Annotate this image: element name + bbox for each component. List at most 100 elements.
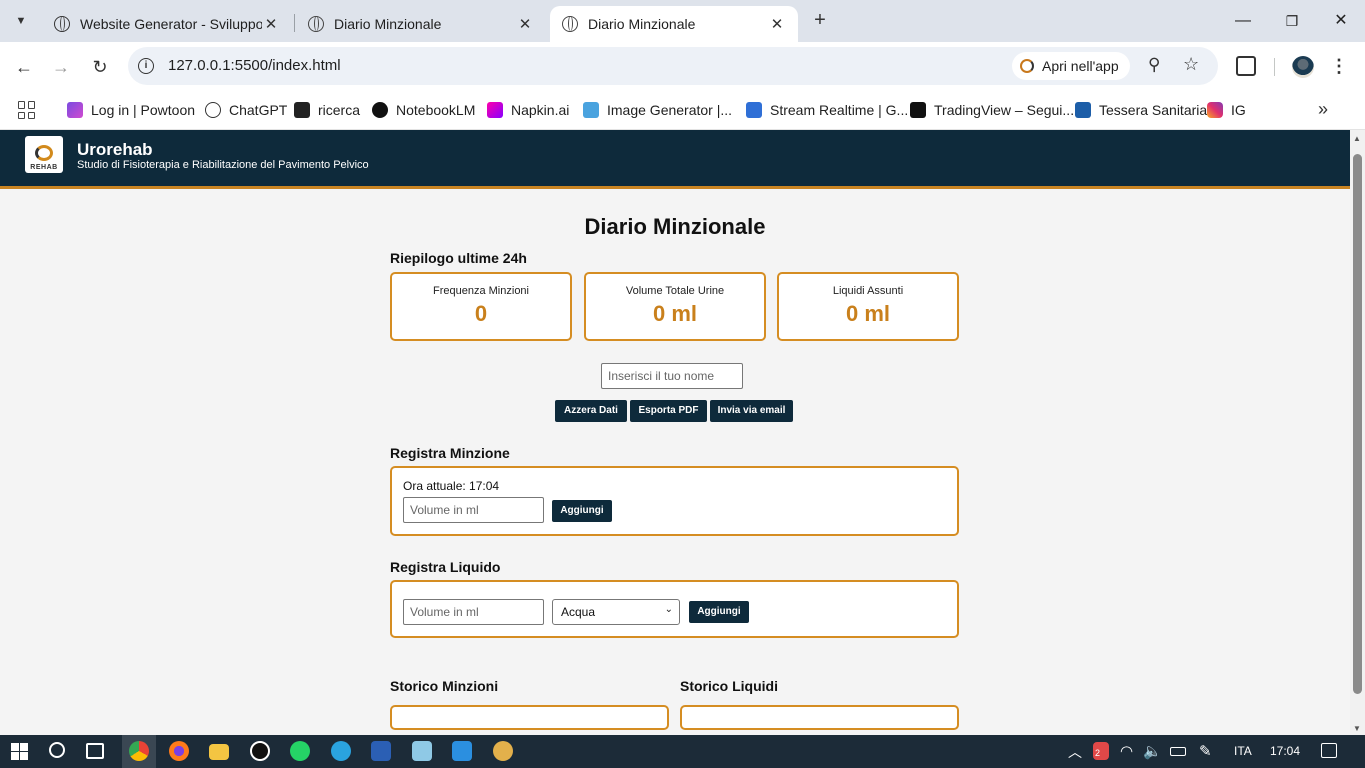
windows-start-icon[interactable] [11,743,28,760]
apps-grid-icon[interactable] [18,101,36,119]
bookmark-label: NotebookLM [396,102,476,118]
tray-chevron-up-icon[interactable]: ︿ [1068,742,1082,762]
notebooklm-icon [372,102,388,118]
app-icon[interactable] [493,741,513,761]
close-window-button[interactable]: ✕ [1326,8,1356,34]
name-input[interactable] [601,363,743,389]
history-minzioni-list [390,705,669,730]
task-view-icon[interactable] [86,743,104,759]
history-minzioni-heading: Storico Minzioni [390,678,499,694]
app-circle-icon[interactable] [250,741,270,761]
telegram-icon[interactable] [331,741,351,761]
add-minzione-button[interactable]: Aggiungi [552,500,612,522]
card-value: 0 ml [845,301,891,326]
open-in-app-button[interactable]: Apri nell'app [1012,52,1130,80]
app-icon [1020,59,1034,73]
firefox-icon[interactable] [169,741,189,761]
add-liquido-button[interactable]: Aggiungi [689,601,749,623]
bookmark-label: Log in | Powtoon [91,102,196,118]
logo-mark-icon [35,145,53,161]
battery-icon[interactable] [1170,747,1186,756]
clock[interactable]: 17:04 [1270,744,1300,758]
scrollbar-thumb[interactable] [1353,154,1362,694]
notifications-icon[interactable] [1321,743,1337,758]
zoom-icon[interactable]: ⚲ [1148,55,1160,75]
tab-search-button[interactable]: ▼ [8,8,34,34]
close-tab-icon[interactable]: ✕ [262,15,280,33]
bookmark-tradingview[interactable]: TradingView – Segui... [910,98,1074,122]
back-button[interactable]: ← [11,54,37,80]
more-bookmarks-icon[interactable]: » [1318,99,1328,120]
new-tab-button[interactable]: + [808,9,832,33]
pen-icon[interactable]: ✎ [1199,742,1212,760]
image-generator-icon [583,102,599,118]
bookmark-napkin[interactable]: Napkin.ai [487,98,569,122]
bookmark-label: TradingView – Segui... [934,102,1075,118]
bookmark-stream-realtime[interactable]: Stream Realtime | G... [746,98,908,122]
whatsapp-icon[interactable] [290,741,310,761]
close-tab-icon[interactable]: ✕ [516,15,534,33]
tab-divider [294,14,295,32]
close-tab-icon[interactable]: ✕ [768,15,786,33]
volume-icon[interactable]: 🔈 [1143,742,1162,760]
restore-button[interactable]: ❐ [1277,8,1307,34]
word-icon[interactable] [371,741,391,761]
tab-strip: ▼ Website Generator - Sviluppo P ✕ Diari… [0,0,1365,42]
tab-title: Diario Minzionale [334,16,442,32]
liquido-heading: Registra Liquido [390,559,501,575]
site-info-icon[interactable]: i [138,58,154,74]
globe-icon [562,16,578,32]
export-pdf-button[interactable]: Esporta PDF [630,400,707,422]
send-email-button[interactable]: Invia via email [710,400,793,422]
search-icon[interactable] [49,742,65,758]
vscode-icon[interactable] [452,741,472,761]
chatgpt-icon [205,102,221,118]
instagram-icon [1207,102,1223,118]
profile-avatar[interactable] [1292,56,1314,78]
tab-diario-minzionale-active[interactable]: Diario Minzionale ✕ [550,6,798,42]
url-text[interactable]: 127.0.0.1:5500/index.html [168,57,341,74]
bookmark-chatgpt[interactable]: ChatGPT [205,98,287,122]
brand-subtitle: Studio di Fisioterapia e Riabilitazione … [77,159,369,171]
liquid-type-select[interactable]: Acqua ⌄ [552,599,680,625]
card-label: Frequenza Minzioni [433,285,529,297]
chatgpt-icon [54,16,70,32]
bookmark-powtoon[interactable]: Log in | Powtoon [67,98,195,122]
bookmark-tessera-sanitaria[interactable]: Tessera Sanitaria [1075,98,1207,122]
bookmark-notebooklm[interactable]: NotebookLM [372,98,475,122]
card-value: 0 ml [652,301,698,326]
page-title: Diario Minzionale [584,214,766,239]
language-indicator[interactable]: ITA [1234,744,1252,758]
reload-button[interactable]: ↻ [87,54,113,80]
bookmark-star-icon[interactable]: ☆ [1183,54,1199,75]
tab-title: Website Generator - Sviluppo P [80,16,262,32]
notepad-icon[interactable] [412,741,432,761]
bookmark-label: Tessera Sanitaria [1099,102,1208,118]
address-bar[interactable]: i 127.0.0.1:5500/index.html Apri nell'ap… [128,47,1218,85]
liquido-volume-input[interactable] [403,599,544,625]
minzione-volume-input[interactable] [403,497,544,523]
extensions-icon[interactable] [1236,56,1256,76]
forward-button[interactable]: → [48,54,74,80]
bookmark-image-generator[interactable]: Image Generator |... [583,98,732,122]
bookmarks-bar: Log in | Powtoon ChatGPT ricerca Noteboo… [0,92,1365,130]
reset-data-button[interactable]: Azzera Dati [555,400,627,422]
bookmark-label: ricerca [318,102,361,118]
minimize-button[interactable]: — [1228,8,1258,34]
chrome-menu-icon[interactable]: ⋮ [1330,54,1348,78]
card-label: Volume Totale Urine [625,285,725,297]
tessera-icon [1075,102,1091,118]
chrome-icon[interactable] [129,741,149,761]
file-explorer-icon[interactable] [209,744,229,760]
tab-website-generator[interactable]: Website Generator - Sviluppo P ✕ [42,6,292,42]
tab-diario-minzionale-1[interactable]: Diario Minzionale ✕ [296,6,546,42]
napkin-icon [487,102,503,118]
toolbar-divider [1274,58,1275,76]
scroll-up-icon[interactable]: ▲ [1353,134,1361,143]
bookmark-ricerca[interactable]: ricerca [294,98,360,122]
wifi-icon[interactable]: ◠ [1120,742,1133,760]
card-label: Liquidi Assunti [832,285,904,297]
page-scrollbar[interactable]: ▲ ▼ [1350,130,1365,735]
bookmark-ig[interactable]: IG [1207,98,1246,122]
scroll-down-icon[interactable]: ▼ [1353,724,1361,733]
